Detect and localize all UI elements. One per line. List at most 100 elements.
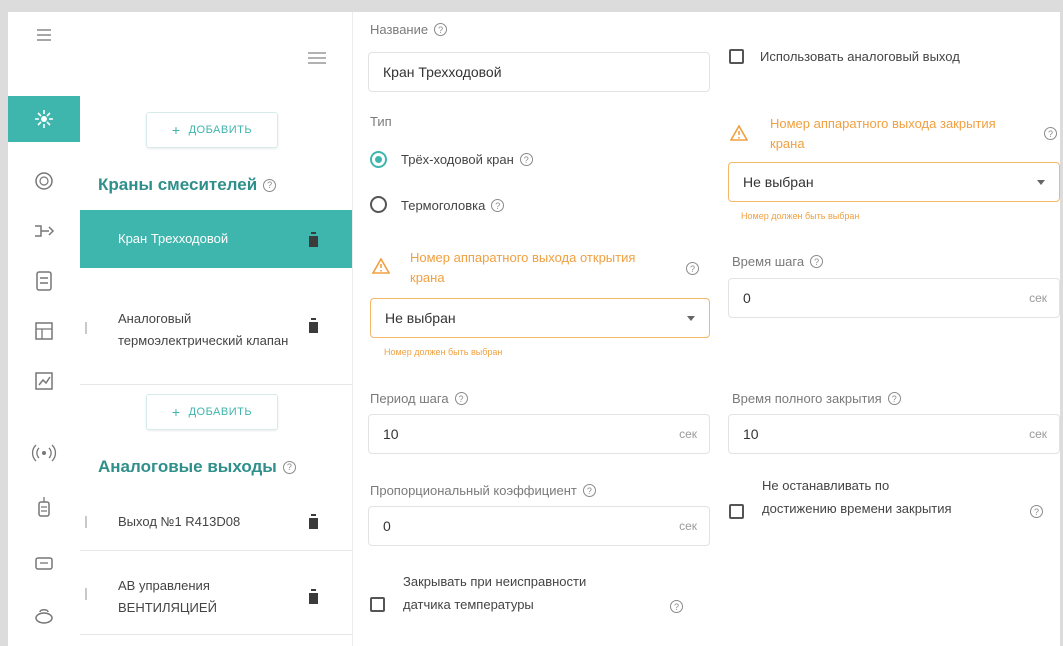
boiler-icon[interactable] <box>8 592 80 638</box>
trash-icon[interactable] <box>308 589 319 604</box>
radio-thermohead[interactable] <box>370 196 387 213</box>
list-item-label: Кран Трехходовой <box>118 231 229 246</box>
radio-label-text: Термоголовка <box>401 198 486 213</box>
section-title-analog: Аналоговые выходы ? <box>98 457 296 477</box>
full-close-input[interactable]: 10 сек <box>728 414 1060 454</box>
full-close-label: Время полного закрытия ? <box>732 391 901 406</box>
plus-icon: + <box>171 122 181 138</box>
list-item-label: АВ управления ВЕНТИЛЯЦИЕЙ <box>118 578 217 615</box>
section-title-text: Аналоговые выходы <box>98 457 277 476</box>
unit-label: сек <box>679 427 697 441</box>
full-close-value: 10 <box>743 426 759 442</box>
window-frame-top <box>0 0 1063 12</box>
icon-rail <box>8 12 81 646</box>
controller-icon[interactable] <box>8 258 80 304</box>
step-period-label: Период шага ? <box>370 391 468 406</box>
step-period-value: 10 <box>383 426 399 442</box>
close-output-select[interactable]: Не выбран <box>728 162 1060 202</box>
drag-handle-icon[interactable] <box>85 516 87 528</box>
no-stop-checkbox[interactable] <box>729 504 744 519</box>
help-icon[interactable]: ? <box>519 153 533 166</box>
divider <box>80 384 352 385</box>
open-output-value: Не выбран <box>385 310 456 326</box>
help-icon[interactable]: ? <box>810 255 824 268</box>
use-analog-label: Использовать аналоговый выход <box>760 49 960 64</box>
chevron-down-icon <box>687 316 695 321</box>
type-label-text: Тип <box>370 114 392 129</box>
help-icon[interactable]: ? <box>282 460 296 474</box>
section-title-mixers: Краны смесителей ? <box>98 175 277 195</box>
radio-three-way[interactable] <box>370 151 387 168</box>
list-item-label: Выход №1 R413D08 <box>118 514 241 529</box>
list-item[interactable]: Аналоговый термоэлектрический клапан <box>80 282 352 378</box>
step-time-value: 0 <box>743 290 751 306</box>
drag-handle-icon[interactable] <box>85 588 87 600</box>
radio-icon[interactable] <box>8 430 80 476</box>
valve-icon[interactable] <box>8 208 80 254</box>
unit-label: сек <box>679 519 697 533</box>
warning-icon <box>372 258 390 274</box>
step-period-label-text: Период шага <box>370 391 449 406</box>
step-period-input[interactable]: 10 сек <box>368 414 710 454</box>
help-icon[interactable]: ? <box>686 262 699 275</box>
no-stop-label: Не останавливать по достижению времени з… <box>762 478 952 516</box>
use-analog-checkbox[interactable] <box>729 49 744 64</box>
help-icon[interactable]: ? <box>670 600 683 613</box>
help-icon[interactable]: ? <box>1030 505 1043 518</box>
menu-icon[interactable] <box>8 12 80 58</box>
name-input-value: Кран Трехходовой <box>383 64 502 80</box>
name-label-text: Название <box>370 22 429 37</box>
radio-label-text: Трёх-ходовой кран <box>401 152 514 167</box>
list-item[interactable]: Кран Трехходовой <box>80 210 352 268</box>
chart-icon[interactable] <box>8 358 80 404</box>
sensor-icon[interactable] <box>8 96 80 142</box>
list-menu-icon[interactable] <box>306 50 328 66</box>
prop-coeff-label: Пропорциональный коэффициент ? <box>370 483 596 498</box>
type-label: Тип <box>370 114 392 129</box>
open-output-select[interactable]: Не выбран <box>370 298 710 338</box>
unit-label: сек <box>1029 427 1047 441</box>
add-analog-button[interactable]: + ДОБАВИТЬ <box>146 394 278 430</box>
help-icon[interactable]: ? <box>491 199 505 212</box>
close-output-hint: Номер должен быть выбран <box>741 211 860 221</box>
prop-coeff-input[interactable]: 0 сек <box>368 506 710 546</box>
prop-coeff-label-text: Пропорциональный коэффициент <box>370 483 577 498</box>
list-item[interactable]: АВ управления ВЕНТИЛЯЦИЕЙ <box>80 564 352 630</box>
help-icon[interactable]: ? <box>887 392 901 405</box>
divider <box>80 634 352 635</box>
prop-coeff-value: 0 <box>383 518 391 534</box>
help-icon[interactable]: ? <box>1044 127 1057 140</box>
trash-icon[interactable] <box>308 514 319 529</box>
radio-three-way-label: Трёх-ходовой кран ? <box>401 152 533 167</box>
radio-thermohead-label: Термоголовка ? <box>401 198 505 213</box>
list-item[interactable]: Выход №1 R413D08 <box>80 496 352 548</box>
close-output-value: Не выбран <box>743 174 814 190</box>
display-icon[interactable] <box>8 540 80 586</box>
help-icon[interactable]: ? <box>454 392 468 405</box>
close-on-fault-checkbox[interactable] <box>370 597 385 612</box>
plus-icon: + <box>171 404 181 420</box>
help-icon[interactable]: ? <box>434 23 448 36</box>
gauge-icon[interactable] <box>8 158 80 204</box>
help-icon[interactable]: ? <box>582 484 596 497</box>
step-time-label: Время шага ? <box>732 254 824 269</box>
add-mixer-button[interactable]: + ДОБАВИТЬ <box>146 112 278 148</box>
help-icon[interactable]: ? <box>263 178 277 192</box>
full-close-label-text: Время полного закрытия <box>732 391 882 406</box>
thermostat-icon[interactable] <box>8 484 80 530</box>
add-button-label: ДОБАВИТЬ <box>188 406 253 418</box>
trash-icon[interactable] <box>308 232 319 247</box>
name-input[interactable]: Кран Трехходовой <box>368 52 710 92</box>
close-output-label: Номер аппаратного выхода закрытия крана <box>770 116 996 151</box>
section-title-text: Краны смесителей <box>98 175 258 194</box>
unit-label: сек <box>1029 291 1047 305</box>
divider <box>80 550 352 551</box>
close-on-fault-label: Закрывать при неисправности датчика темп… <box>403 574 587 612</box>
step-time-input[interactable]: 0 сек <box>728 278 1060 318</box>
step-time-label-text: Время шага <box>732 254 805 269</box>
warning-icon <box>730 125 748 141</box>
trash-icon[interactable] <box>308 318 319 333</box>
schedule-icon[interactable] <box>8 308 80 354</box>
name-label: Название ? <box>370 22 448 37</box>
drag-handle-icon[interactable] <box>85 322 87 334</box>
